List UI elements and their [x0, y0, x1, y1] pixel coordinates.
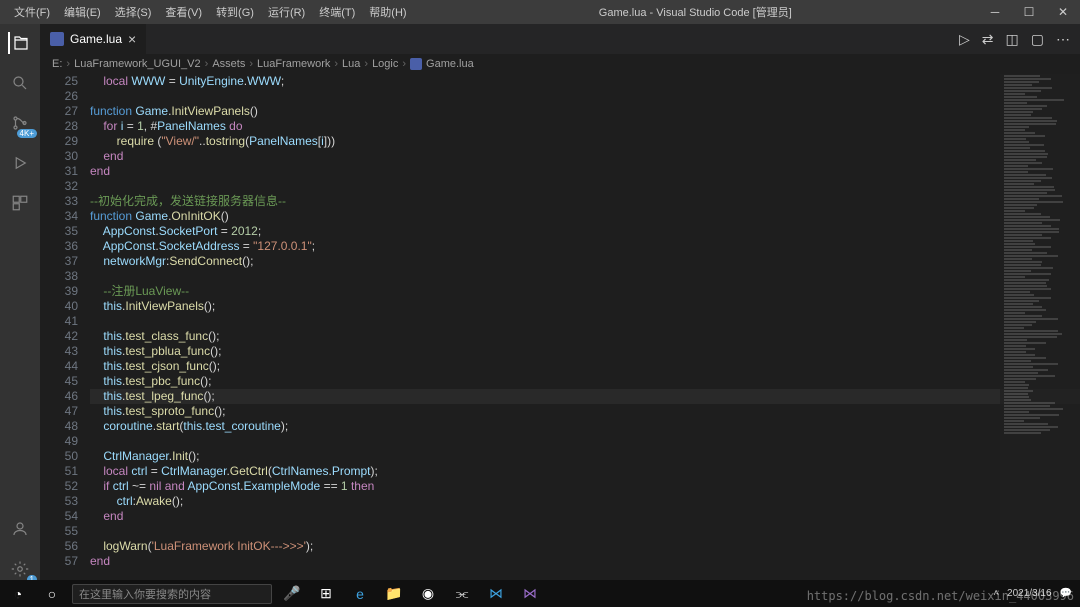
- tab-game-lua[interactable]: Game.lua ×: [40, 24, 146, 54]
- code-line[interactable]: logWarn('LuaFramework InitOK--->>>');: [90, 539, 1080, 554]
- maximize-button[interactable]: ☐: [1012, 5, 1046, 19]
- editor-actions: ▷ ⇄ ◫ ▢ ⋯: [959, 31, 1080, 48]
- breadcrumb-item[interactable]: Lua: [342, 58, 360, 70]
- search-icon[interactable]: [9, 72, 31, 94]
- code-line[interactable]: [90, 434, 1080, 449]
- menu-item[interactable]: 帮助(H): [363, 2, 412, 22]
- titlebar: 文件(F)编辑(E)选择(S)查看(V)转到(G)运行(R)终端(T)帮助(H)…: [0, 0, 1080, 24]
- line-gutter: 2526272829303132333435363738394041424344…: [40, 74, 90, 580]
- code-line[interactable]: [90, 524, 1080, 539]
- cortana-icon[interactable]: ○: [38, 584, 66, 604]
- editor[interactable]: 2526272829303132333435363738394041424344…: [40, 74, 1080, 580]
- explorer-folder-icon[interactable]: 📁: [380, 584, 408, 604]
- task-view-icon[interactable]: ⊞: [312, 584, 340, 604]
- vscode-icon[interactable]: ⋈: [482, 584, 510, 604]
- lua-file-icon: [50, 32, 64, 46]
- taskbar-search[interactable]: 在这里输入你要搜索的内容: [72, 584, 272, 604]
- code-line[interactable]: ctrl:Awake();: [90, 494, 1080, 509]
- breadcrumb-item[interactable]: Game.lua: [426, 58, 474, 70]
- extensions-icon[interactable]: [9, 192, 31, 214]
- editor-tabs: Game.lua × ▷ ⇄ ◫ ▢ ⋯: [40, 24, 1080, 54]
- close-button[interactable]: ✕: [1046, 5, 1080, 19]
- window-title: Game.lua - Visual Studio Code [管理员]: [413, 4, 978, 20]
- minimap[interactable]: [1000, 74, 1080, 580]
- code-line[interactable]: --注册LuaView--: [90, 284, 1080, 299]
- window-controls: ─ ☐ ✕: [978, 5, 1080, 19]
- mic-icon[interactable]: 🎤: [278, 584, 306, 604]
- menu-item[interactable]: 编辑(E): [58, 2, 107, 22]
- settings-icon[interactable]: [9, 558, 31, 580]
- code-line[interactable]: this.test_cjson_func();: [90, 359, 1080, 374]
- code-line[interactable]: networkMgr:SendConnect();: [90, 254, 1080, 269]
- vs-icon[interactable]: ⋈: [516, 584, 544, 604]
- start-button[interactable]: ◔: [4, 584, 32, 604]
- split-icon[interactable]: ◫: [1006, 31, 1019, 48]
- menu-item[interactable]: 选择(S): [109, 2, 158, 22]
- explorer-icon[interactable]: [8, 32, 30, 54]
- code-line[interactable]: [90, 89, 1080, 104]
- code-line[interactable]: this.test_pbc_func();: [90, 374, 1080, 389]
- code-line[interactable]: end: [90, 509, 1080, 524]
- menu-item[interactable]: 文件(F): [8, 2, 56, 22]
- watermark: https://blog.csdn.net/weixin_44003996: [807, 589, 1074, 603]
- code-line[interactable]: local WWW = UnityEngine.WWW;: [90, 74, 1080, 89]
- code-line[interactable]: this.test_lpeg_func();: [90, 389, 1080, 404]
- editor-area: Game.lua × ▷ ⇄ ◫ ▢ ⋯ E:›LuaFramework_UGU…: [40, 24, 1080, 580]
- code-line[interactable]: function Game.InitViewPanels(): [90, 104, 1080, 119]
- scm-icon[interactable]: [9, 112, 31, 134]
- edge-icon[interactable]: e: [346, 584, 374, 604]
- tab-label: Game.lua: [70, 32, 122, 46]
- debug-icon[interactable]: [9, 152, 31, 174]
- tab-close-icon[interactable]: ×: [128, 31, 136, 47]
- lua-file-icon: [410, 58, 422, 70]
- code-line[interactable]: --初始化完成，发送链接服务器信息--: [90, 194, 1080, 209]
- breadcrumb-item[interactable]: LuaFramework_UGUI_V2: [74, 58, 201, 70]
- code-line[interactable]: end: [90, 554, 1080, 569]
- breadcrumbs[interactable]: E:›LuaFramework_UGUI_V2›Assets›LuaFramew…: [40, 54, 1080, 74]
- run-icon[interactable]: ▷: [959, 31, 970, 48]
- code-line[interactable]: end: [90, 164, 1080, 179]
- code-line[interactable]: coroutine.start(this.test_coroutine);: [90, 419, 1080, 434]
- menu-item[interactable]: 终端(T): [313, 2, 361, 22]
- diff-icon[interactable]: ⇄: [982, 31, 994, 48]
- layout-icon[interactable]: ▢: [1031, 31, 1044, 48]
- code-line[interactable]: if ctrl ~= nil and AppConst.ExampleMode …: [90, 479, 1080, 494]
- code-line[interactable]: local ctrl = CtrlManager.GetCtrl(CtrlNam…: [90, 464, 1080, 479]
- menu-bar: 文件(F)编辑(E)选择(S)查看(V)转到(G)运行(R)终端(T)帮助(H): [0, 2, 413, 22]
- code-lines[interactable]: local WWW = UnityEngine.WWW; function Gam…: [90, 74, 1080, 580]
- code-line[interactable]: end: [90, 149, 1080, 164]
- code-line[interactable]: require ("View/"..tostring(PanelNames[i]…: [90, 134, 1080, 149]
- breadcrumb-item[interactable]: Assets: [212, 58, 245, 70]
- breadcrumb-item[interactable]: E:: [52, 58, 62, 70]
- code-line[interactable]: this.InitViewPanels();: [90, 299, 1080, 314]
- code-line[interactable]: [90, 314, 1080, 329]
- code-line[interactable]: for i = 1, #PanelNames do: [90, 119, 1080, 134]
- breadcrumb-item[interactable]: Logic: [372, 58, 398, 70]
- code-line[interactable]: this.test_sproto_func();: [90, 404, 1080, 419]
- code-line[interactable]: [90, 269, 1080, 284]
- activity-bar: [0, 24, 40, 580]
- minimize-button[interactable]: ─: [978, 5, 1012, 19]
- menu-item[interactable]: 运行(R): [262, 2, 311, 22]
- menu-item[interactable]: 转到(G): [210, 2, 260, 22]
- code-line[interactable]: this.test_pblua_func();: [90, 344, 1080, 359]
- account-icon[interactable]: [9, 518, 31, 540]
- code-line[interactable]: AppConst.SocketAddress = "127.0.0.1";: [90, 239, 1080, 254]
- code-line[interactable]: [90, 179, 1080, 194]
- code-line[interactable]: CtrlManager.Init();: [90, 449, 1080, 464]
- code-line[interactable]: function Game.OnInitOK(): [90, 209, 1080, 224]
- breadcrumb-item[interactable]: LuaFramework: [257, 58, 330, 70]
- code-line[interactable]: AppConst.SocketPort = 2012;: [90, 224, 1080, 239]
- share-icon[interactable]: ⫘: [448, 584, 476, 604]
- more-icon[interactable]: ⋯: [1056, 31, 1070, 48]
- code-line[interactable]: this.test_class_func();: [90, 329, 1080, 344]
- chrome-icon[interactable]: ◉: [414, 584, 442, 604]
- menu-item[interactable]: 查看(V): [159, 2, 208, 22]
